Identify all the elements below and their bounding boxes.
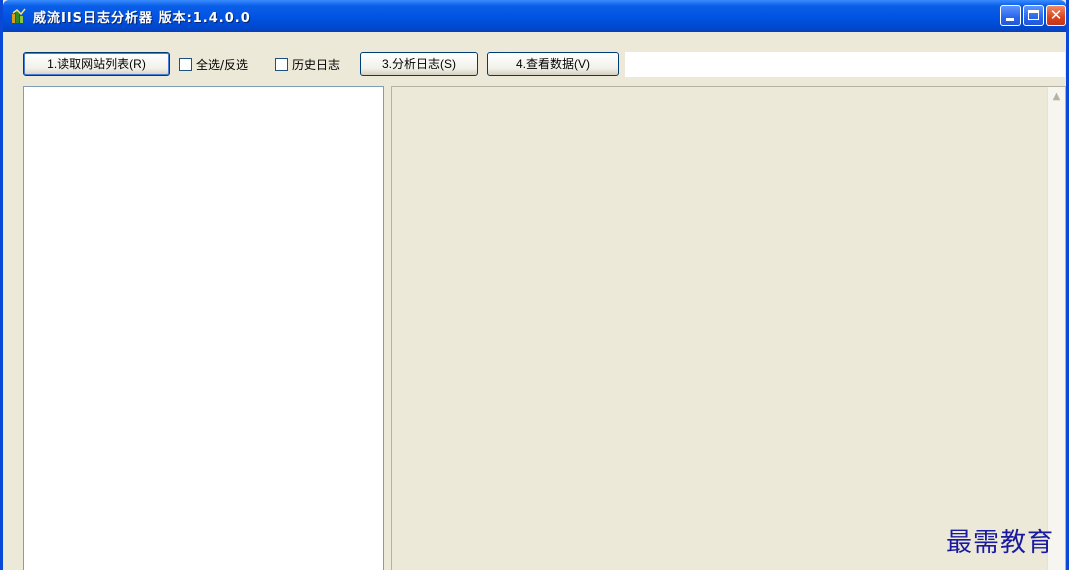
minimize-icon (1006, 18, 1014, 21)
scroll-up-icon[interactable]: ▲ (1049, 89, 1064, 104)
vertical-scrollbar[interactable]: ▲ (1047, 87, 1065, 570)
log-output-panel[interactable]: ▲ (391, 86, 1066, 570)
watermark-text: 最需教育 (946, 528, 1055, 558)
maximize-icon (1028, 10, 1039, 20)
title-bar[interactable]: 威流IIS日志分析器 版本:1.4.0.0 ✕ (3, 0, 1066, 32)
read-site-list-button[interactable]: 1.读取网站列表(R) (23, 52, 170, 76)
analyze-log-button[interactable]: 3.分析日志(S) (360, 52, 478, 76)
close-icon: ✕ (1049, 6, 1063, 24)
app-icon (12, 8, 26, 23)
maximize-button[interactable] (1023, 5, 1044, 26)
checkbox-icon[interactable] (275, 58, 288, 71)
view-data-button[interactable]: 4.查看数据(V) (487, 52, 619, 76)
select-all-checkbox[interactable]: 全选/反选 (179, 56, 248, 74)
window-title: 威流IIS日志分析器 版本:1.4.0.0 (33, 11, 251, 26)
app-window: 威流IIS日志分析器 版本:1.4.0.0 ✕ 1.读取网站列表(R) 全选/反… (0, 0, 1069, 570)
minimize-button[interactable] (1000, 5, 1021, 26)
close-button[interactable]: ✕ (1046, 5, 1066, 26)
site-list-panel[interactable] (23, 86, 384, 570)
select-all-label: 全选/反选 (196, 58, 249, 72)
history-log-checkbox[interactable]: 历史日志 (275, 56, 340, 74)
toolbar: 1.读取网站列表(R) 全选/反选 历史日志 3.分析日志(S) 4.查看数据(… (3, 52, 1066, 78)
checkbox-icon[interactable] (179, 58, 192, 71)
path-input[interactable] (625, 52, 1065, 77)
history-log-label: 历史日志 (292, 58, 341, 72)
